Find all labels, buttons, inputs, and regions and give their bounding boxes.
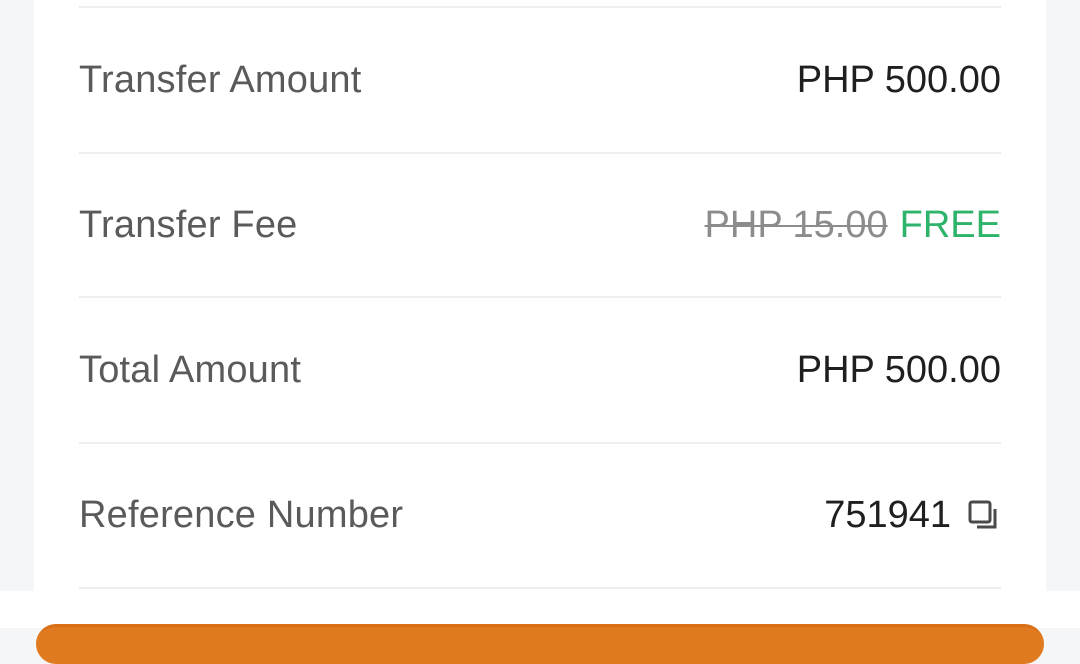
transfer-amount-row: Transfer Amount PHP 500.00 bbox=[79, 9, 1001, 152]
primary-action-button[interactable] bbox=[36, 624, 1044, 664]
reference-number-value-group: 751941 bbox=[824, 494, 1001, 537]
bottom-action-bar bbox=[0, 591, 1080, 628]
reference-number-label: Reference Number bbox=[79, 494, 404, 536]
original-fee-value: PHP 15.00 bbox=[704, 204, 888, 246]
total-amount-value: PHP 500.00 bbox=[796, 349, 1001, 391]
total-amount-label: Total Amount bbox=[79, 349, 302, 391]
divider bbox=[79, 587, 1001, 589]
transfer-fee-label: Transfer Fee bbox=[79, 204, 298, 246]
transfer-amount-value: PHP 500.00 bbox=[796, 59, 1001, 101]
copy-icon[interactable] bbox=[967, 499, 1001, 533]
divider bbox=[79, 296, 1001, 298]
total-amount-row: Total Amount PHP 500.00 bbox=[79, 299, 1001, 442]
reference-number-value: 751941 bbox=[824, 494, 951, 536]
reference-number-row: Reference Number 751941 bbox=[79, 444, 1001, 587]
transaction-details-card: Transfer Amount PHP 500.00 Transfer Fee … bbox=[34, 0, 1046, 591]
free-fee-badge: FREE bbox=[899, 204, 1001, 246]
divider bbox=[79, 6, 1001, 8]
transfer-amount-label: Transfer Amount bbox=[79, 59, 362, 101]
transfer-fee-row: Transfer Fee PHP 15.00 FREE bbox=[79, 154, 1001, 297]
transfer-fee-value: PHP 15.00 FREE bbox=[705, 204, 1001, 247]
